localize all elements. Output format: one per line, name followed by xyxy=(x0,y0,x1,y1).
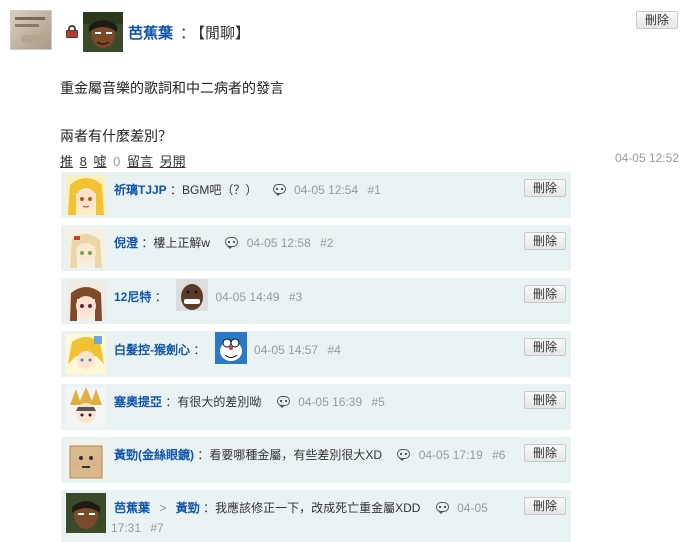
comment-text: 倪澄 ：樓上正解w 04-05 12:58 #2 xyxy=(114,232,333,254)
comment-item: 12尼特 ： 04-05 14:49 #3 刪除 xyxy=(61,278,571,324)
comment-delete-button[interactable]: 刪除 xyxy=(524,338,566,356)
commenter-avatar[interactable] xyxy=(66,228,106,268)
author-name[interactable]: 芭蕉葉 xyxy=(128,22,173,43)
comment-delete-button[interactable]: 刪除 xyxy=(524,285,566,303)
comment-floor: #1 xyxy=(367,183,381,197)
comment-floor: #7 xyxy=(150,521,164,535)
commenter-name[interactable]: 塞奧提亞 xyxy=(114,395,162,409)
comment-floor: #2 xyxy=(320,236,334,250)
comment-time: 04-05 12:54 xyxy=(294,183,359,197)
commenter-name[interactable]: 黃勁(金絲眼鏡) xyxy=(114,448,194,462)
open-new-link[interactable]: 另開 xyxy=(160,154,186,169)
comment-content: ：有很大的差別呦 xyxy=(165,395,262,409)
lock-icon xyxy=(66,25,78,38)
comment-time-cont: 17:31 xyxy=(111,521,142,535)
comment-delete-button[interactable]: 刪除 xyxy=(524,444,566,462)
comment-text: 芭蕉葉 > 黃勁 ：我應該修正一下，改成死亡重金屬XDD 04-05 xyxy=(114,497,488,519)
reply-icon[interactable] xyxy=(397,449,411,461)
post-body-line: 重金屬音樂的歌詞和中二病者的發言 xyxy=(60,80,284,96)
commenter-name[interactable]: 芭蕉葉 xyxy=(114,501,150,515)
comment-text: 白髮控-猴劍心 ： 04-05 14:57 #4 xyxy=(114,332,341,364)
comment-text-wrap: 17:31 #7 xyxy=(111,517,164,539)
comment-item: 芭蕉葉 > 黃勁 ：我應該修正一下，改成死亡重金屬XDD 04-05 17:31… xyxy=(61,490,571,542)
comment-text: 祈璃TJJP ：BGM吧（？） 04-05 12:54 #1 xyxy=(114,179,381,201)
commenter-avatar[interactable] xyxy=(66,175,106,215)
commenter-name[interactable]: 祈璃TJJP xyxy=(114,183,167,197)
reply-icon[interactable] xyxy=(276,396,291,408)
doraemon-sticker[interactable] xyxy=(214,332,247,364)
comment-link[interactable]: 留言 xyxy=(127,154,153,169)
commenter-name[interactable]: 白髮控-猴劍心 xyxy=(114,343,190,357)
comment-delete-button[interactable]: 刪除 xyxy=(524,179,566,197)
comment-content: ： xyxy=(193,343,206,358)
commenter-name[interactable]: 12尼特 xyxy=(114,290,151,304)
comment-text: 12尼特 ： 04-05 14:49 #3 xyxy=(114,279,303,311)
comment-time: 04-05 14:57 xyxy=(254,343,319,358)
comment-text: 黃勁(金絲眼鏡) ：看要哪種金屬，有些差別很大XD 04-05 17:19 #6 xyxy=(114,444,505,466)
comment-delete-button[interactable]: 刪除 xyxy=(524,391,566,409)
comment-time: 04-05 xyxy=(457,501,488,515)
board-thumbnail[interactable] xyxy=(10,10,52,50)
post-body-line: 兩者有什麼差別？ xyxy=(60,128,172,144)
comment-item: 倪澄 ：樓上正解w 04-05 12:58 #2 刪除 xyxy=(61,225,571,271)
comment-list: 祈璃TJJP ：BGM吧（？） 04-05 12:54 #1 刪除 倪澄 ：樓上… xyxy=(61,172,571,542)
comment-item: 白髮控-猴劍心 ： 04-05 14:57 #4 刪除 xyxy=(61,331,571,377)
comment-time: 04-05 16:39 xyxy=(298,395,363,409)
comment-item: 黃勁(金絲眼鏡) ：看要哪種金屬，有些差別很大XD 04-05 17:19 #6… xyxy=(61,437,571,483)
laughing-man-sticker[interactable] xyxy=(176,279,209,311)
post-delete-button[interactable]: 刪除 xyxy=(636,11,678,29)
reply-icon[interactable] xyxy=(435,502,450,514)
comment-time: 04-05 17:19 xyxy=(418,448,483,462)
comment-item: 塞奧提亞 ：有很大的差別呦 04-05 16:39 #5 刪除 xyxy=(61,384,571,430)
post-time: 04-05 12:52 xyxy=(614,151,679,165)
commenter-avatar[interactable] xyxy=(66,387,106,427)
comment-item: 祈璃TJJP ：BGM吧（？） 04-05 12:54 #1 刪除 xyxy=(61,172,571,218)
comment-text: 塞奧提亞 ：有很大的差別呦 04-05 16:39 #5 xyxy=(114,391,385,413)
comment-delete-button[interactable]: 刪除 xyxy=(524,232,566,250)
comment-content: ：我應該修正一下，改成死亡重金屬XDD xyxy=(203,501,421,515)
comment-floor: #4 xyxy=(327,343,341,358)
post-header: 芭蕉葉 ： 【閒聊】 xyxy=(10,10,680,52)
reply-arrow: > xyxy=(159,501,167,515)
comment-delete-button[interactable]: 刪除 xyxy=(524,497,566,515)
push-link[interactable]: 推 xyxy=(60,154,73,169)
comment-floor: #6 xyxy=(492,448,506,462)
comment-content: ：樓上正解w xyxy=(141,236,211,250)
comment-time: 04-05 14:49 xyxy=(215,290,280,305)
boo-count: 0 xyxy=(113,154,121,169)
comment-time: 04-05 12:58 xyxy=(246,236,311,250)
commenter-avatar[interactable] xyxy=(66,281,106,321)
comment-floor: #5 xyxy=(371,395,385,409)
push-count[interactable]: 8 xyxy=(80,154,87,169)
commenter-avatar[interactable] xyxy=(66,493,106,533)
post-body: 重金屬音樂的歌詞和中二病者的發言 兩者有什麼差別？ xyxy=(60,76,284,148)
reply-icon[interactable] xyxy=(272,184,287,196)
post-stats: 推 8 噓 0 留言 另開 xyxy=(60,151,189,170)
boo-link[interactable]: 噓 xyxy=(94,154,107,169)
author-avatar[interactable] xyxy=(83,12,123,52)
comment-content: ： xyxy=(154,290,167,305)
commenter-name[interactable]: 倪澄 xyxy=(114,236,138,250)
commenter-avatar[interactable] xyxy=(66,334,106,374)
post-category: 【閒聊】 xyxy=(190,25,251,42)
comment-content: ：BGM吧（？） xyxy=(170,183,258,197)
commenter-avatar[interactable] xyxy=(66,440,106,480)
reply-icon[interactable] xyxy=(225,237,239,249)
comment-floor: #3 xyxy=(288,290,303,305)
comment-content: ：看要哪種金屬，有些差別很大XD xyxy=(197,448,383,462)
post-body-line xyxy=(60,100,284,124)
reply-to-name[interactable]: 黃勁 xyxy=(176,501,200,515)
